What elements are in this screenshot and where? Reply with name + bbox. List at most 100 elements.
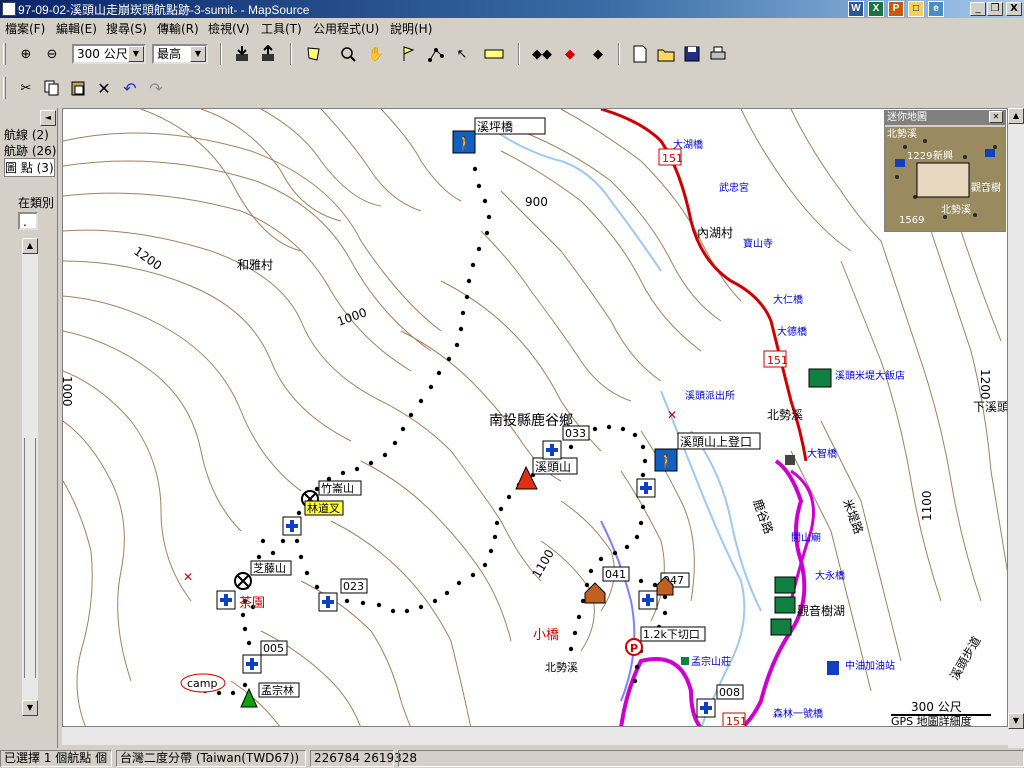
find-nearby-button[interactable]: ◆	[558, 42, 582, 66]
powerpoint-app-icon[interactable]: P	[888, 1, 904, 17]
minimap-label: 觀音樹	[971, 181, 1001, 194]
restore-button[interactable]: ❐	[987, 2, 1003, 16]
copy-icon	[44, 80, 59, 96]
toolbar-grip	[3, 77, 6, 99]
minimap-label: 北勢溪	[887, 127, 917, 140]
menu-edit[interactable]: 編輯(E)	[56, 20, 97, 37]
excel-app-icon[interactable]: X	[868, 1, 884, 17]
map-vertical-scrollbar[interactable]: ▲ ▼	[1008, 108, 1024, 748]
measure-tool-button[interactable]	[482, 42, 506, 66]
minimize-button[interactable]: _	[970, 2, 986, 16]
minimap-canvas[interactable]: 北勢溪 1229 新興 觀音樹 1569 北勢溪	[885, 127, 1005, 231]
label-bamboo-forest: 孟宗林	[261, 683, 294, 697]
scroll-down-button[interactable]: ▼	[1008, 713, 1024, 729]
toolbar-edit: ✂ ✕ ↶ ↷	[0, 74, 180, 102]
minimap-panel[interactable]: 迷你地圖 ✕ 北勢溪 1229 新興 觀音樹 1569 北勢溪	[884, 110, 1006, 232]
tab-waypoints[interactable]: 圖 點 (3)	[4, 158, 55, 177]
new-file-icon	[633, 45, 647, 63]
toolbar-grip	[3, 43, 6, 65]
category-select[interactable]: .	[18, 212, 38, 230]
label-beishixi: 北勢溪	[767, 407, 803, 422]
send-to-device-button[interactable]	[256, 42, 280, 66]
cut-button[interactable]: ✂	[14, 76, 38, 100]
label-zhuhe-shan: 竹崙山	[321, 481, 354, 495]
status-bar: 已選擇 1 個航點 個 台灣二度分帶 (Taiwan(TWD67)) 22678…	[0, 748, 1024, 768]
trailhead-icon[interactable]: 🚶	[654, 448, 678, 472]
menu-utilities[interactable]: 公用程式(U)	[313, 20, 379, 37]
boundary-line-2	[619, 657, 703, 726]
open-file-button[interactable]	[654, 42, 678, 66]
label-camp: camp	[187, 677, 218, 690]
contour-label: 1100	[920, 490, 934, 521]
scale-select-value: 300 公尺	[77, 47, 128, 61]
lodging-icon[interactable]	[774, 576, 796, 594]
parking-glyph: P	[630, 642, 638, 655]
pan-tool-button[interactable]: ✋	[364, 42, 388, 66]
find-places-button[interactable]: ◆	[586, 42, 610, 66]
copy-button[interactable]	[40, 76, 64, 100]
scroll-track	[24, 438, 36, 678]
zoom-out-button[interactable]: ⊖	[40, 42, 64, 66]
word-app-icon[interactable]: W	[848, 1, 864, 17]
hotel-icon[interactable]	[808, 368, 832, 388]
scroll-up-button[interactable]: ▲	[22, 238, 38, 254]
zoom-in-button[interactable]: ⊕	[14, 42, 38, 66]
label-gas: 中油加油站	[845, 659, 895, 672]
detail-select[interactable]: 最高 ▼	[152, 44, 208, 64]
panel-scrollbar[interactable]: ▲ ▼	[22, 238, 38, 716]
map-horizontal-scrollbar[interactable]	[62, 727, 1008, 745]
lodging-icon[interactable]	[770, 618, 792, 636]
redo-button[interactable]: ↷	[144, 76, 168, 100]
svg-text:🚶: 🚶	[456, 135, 473, 152]
tab-tracks[interactable]: 航跡 (26)	[4, 142, 56, 159]
chevron-down-icon[interactable]: ▼	[128, 46, 144, 62]
label-guanyin-lake: 觀音樹湖	[797, 603, 845, 618]
minimap-close-button[interactable]: ✕	[989, 111, 1003, 123]
map-canvas[interactable]: 1200 1000 900 1100 1100 1200 1000 🚶 🚶 溪坪…	[62, 108, 1008, 727]
label-p033: 033	[565, 427, 586, 440]
menu-help[interactable]: 說明(H)	[390, 20, 432, 37]
lodging-icon[interactable]	[774, 596, 796, 614]
new-file-button[interactable]	[628, 42, 652, 66]
scale-select[interactable]: 300 公尺 ▼	[72, 44, 146, 64]
close-button[interactable]: X	[1006, 2, 1022, 16]
scroll-up-button[interactable]: ▲	[1008, 108, 1024, 124]
label-baoshan-temple: 寶山寺	[743, 237, 773, 250]
contour-label: 1200	[978, 369, 992, 400]
trailhead-icon[interactable]: 🚶	[452, 130, 476, 154]
route-tool-button[interactable]	[424, 42, 448, 66]
app-icon[interactable]	[2, 2, 16, 16]
menu-bar: 檔案(F) 編輯(E) 搜尋(S) 傳輸(R) 檢視(V) 工具(T) 公用程式…	[0, 18, 1024, 38]
folder-app-icon[interactable]: □	[908, 1, 924, 17]
menu-file[interactable]: 檔案(F)	[5, 20, 45, 37]
flag-icon	[403, 46, 415, 61]
route-151-label: 151	[662, 152, 683, 165]
select-tool-button[interactable]: ↖	[450, 42, 474, 66]
undo-button[interactable]: ↶	[118, 76, 142, 100]
junction-icon[interactable]	[234, 572, 252, 590]
tree-icon[interactable]	[240, 687, 258, 708]
delete-button[interactable]: ✕	[92, 76, 116, 100]
menu-search[interactable]: 搜尋(S)	[106, 20, 147, 37]
chevron-down-icon[interactable]: ▼	[190, 46, 206, 62]
panel-collapse-button[interactable]: ◄	[40, 110, 56, 126]
label-p041: 041	[605, 568, 626, 581]
waypoint-tool-button[interactable]	[396, 42, 420, 66]
tab-routes[interactable]: 航線 (2)	[4, 126, 49, 143]
scroll-down-button[interactable]: ▼	[22, 700, 38, 716]
gas-icon[interactable]	[827, 661, 839, 675]
detail-select-value: 最高	[157, 47, 182, 61]
zoom-tool-button[interactable]	[336, 42, 360, 66]
undo-icon: ↶	[123, 78, 137, 98]
receive-from-device-button[interactable]	[230, 42, 254, 66]
paste-button[interactable]	[66, 76, 90, 100]
save-button[interactable]	[680, 42, 704, 66]
find-button[interactable]: ◆◆	[530, 42, 554, 66]
menu-view[interactable]: 檢視(V)	[208, 20, 250, 37]
ie-app-icon[interactable]: e	[928, 1, 944, 17]
ruler-icon	[484, 49, 504, 59]
print-button[interactable]	[706, 42, 730, 66]
select-area-button[interactable]	[302, 42, 326, 66]
menu-tools[interactable]: 工具(T)	[261, 20, 302, 37]
menu-transfer[interactable]: 傳輸(R)	[157, 20, 199, 37]
